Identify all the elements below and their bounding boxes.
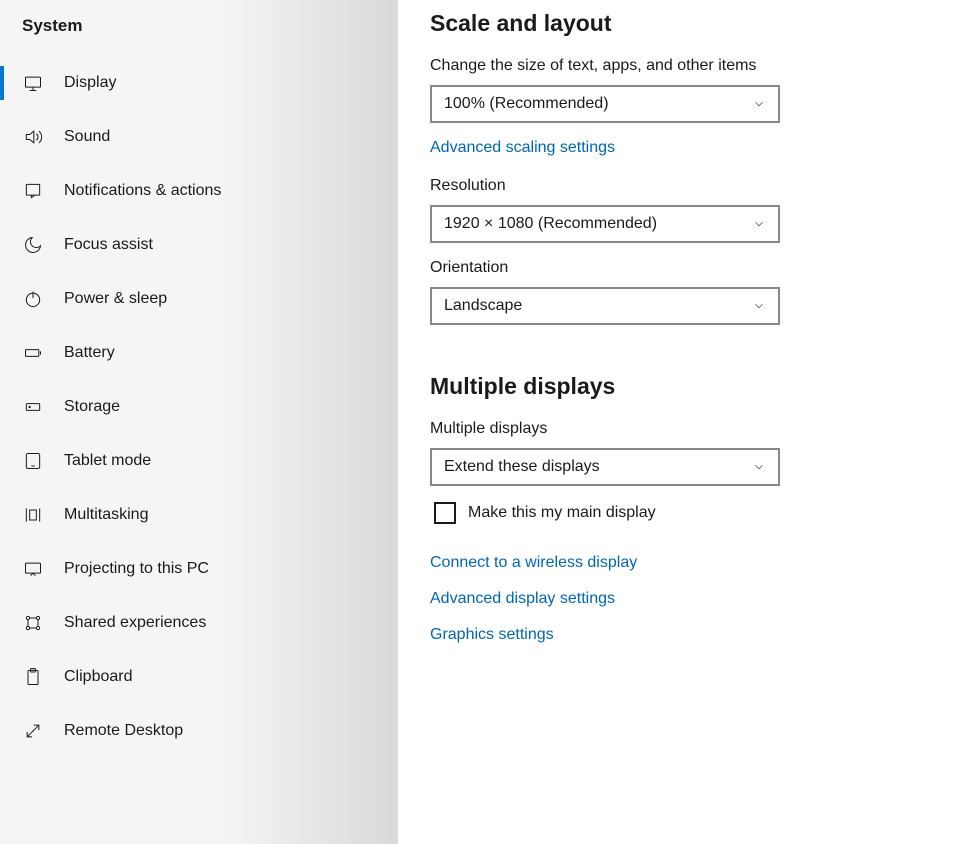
multiple-displays-label: Multiple displays (430, 420, 933, 438)
sidebar-item-label: Notifications & actions (64, 182, 221, 200)
chevron-down-icon (752, 217, 766, 231)
sidebar-item-storage[interactable]: Storage (0, 380, 398, 434)
sidebar-item-label: Tablet mode (64, 452, 151, 470)
sidebar-item-label: Shared experiences (64, 614, 206, 632)
advanced-display-link[interactable]: Advanced display settings (430, 590, 933, 608)
sidebar-item-sound[interactable]: Sound (0, 110, 398, 164)
sidebar-item-battery[interactable]: Battery (0, 326, 398, 380)
main-display-checkbox-label: Make this my main display (468, 504, 656, 522)
sidebar-item-label: Storage (64, 398, 120, 416)
orientation-label: Orientation (430, 259, 933, 277)
multitasking-icon (22, 504, 44, 526)
sound-icon (22, 126, 44, 148)
battery-icon (22, 342, 44, 364)
settings-content: Scale and layout Change the size of text… (398, 0, 953, 844)
sidebar-item-label: Remote Desktop (64, 722, 183, 740)
sidebar-item-label: Battery (64, 344, 115, 362)
sidebar-item-focus-assist[interactable]: Focus assist (0, 218, 398, 272)
sidebar-item-power-sleep[interactable]: Power & sleep (0, 272, 398, 326)
resolution-value: 1920 × 1080 (Recommended) (444, 215, 657, 233)
sidebar-item-label: Multitasking (64, 506, 148, 524)
graphics-settings-link[interactable]: Graphics settings (430, 626, 933, 644)
display-icon (22, 72, 44, 94)
resolution-dropdown[interactable]: 1920 × 1080 (Recommended) (430, 205, 780, 243)
sidebar-item-multitasking[interactable]: Multitasking (0, 488, 398, 542)
notifications-icon (22, 180, 44, 202)
projecting-icon (22, 558, 44, 580)
sidebar-item-label: Display (64, 74, 116, 92)
connect-wireless-link[interactable]: Connect to a wireless display (430, 554, 933, 572)
heading-scale-layout: Scale and layout (430, 10, 933, 37)
sidebar-item-shared-experiences[interactable]: Shared experiences (0, 596, 398, 650)
sidebar-item-clipboard[interactable]: Clipboard (0, 650, 398, 704)
resolution-label: Resolution (430, 177, 933, 195)
moon-icon (22, 234, 44, 256)
power-icon (22, 288, 44, 310)
advanced-scaling-link[interactable]: Advanced scaling settings (430, 139, 933, 157)
heading-multiple-displays: Multiple displays (430, 373, 933, 400)
remote-desktop-icon (22, 720, 44, 742)
sidebar-item-label: Power & sleep (64, 290, 167, 308)
sidebar-title: System (0, 10, 398, 56)
sidebar-item-label: Sound (64, 128, 110, 146)
sidebar-item-label: Focus assist (64, 236, 153, 254)
shared-icon (22, 612, 44, 634)
chevron-down-icon (752, 299, 766, 313)
storage-icon (22, 396, 44, 418)
sidebar-item-projecting[interactable]: Projecting to this PC (0, 542, 398, 596)
sidebar-item-label: Clipboard (64, 668, 132, 686)
multiple-displays-value: Extend these displays (444, 458, 600, 476)
text-size-label: Change the size of text, apps, and other… (430, 57, 933, 75)
tablet-icon (22, 450, 44, 472)
chevron-down-icon (752, 460, 766, 474)
sidebar-item-tablet-mode[interactable]: Tablet mode (0, 434, 398, 488)
text-size-dropdown[interactable]: 100% (Recommended) (430, 85, 780, 123)
orientation-value: Landscape (444, 297, 522, 315)
sidebar-item-notifications[interactable]: Notifications & actions (0, 164, 398, 218)
text-size-value: 100% (Recommended) (444, 95, 609, 113)
orientation-dropdown[interactable]: Landscape (430, 287, 780, 325)
clipboard-icon (22, 666, 44, 688)
chevron-down-icon (752, 97, 766, 111)
main-display-checkbox[interactable]: Make this my main display (434, 502, 933, 524)
multiple-displays-dropdown[interactable]: Extend these displays (430, 448, 780, 486)
sidebar: System Display Sound Notifications & act… (0, 0, 398, 844)
sidebar-item-display[interactable]: Display (0, 56, 398, 110)
checkbox-box (434, 502, 456, 524)
sidebar-item-label: Projecting to this PC (64, 560, 209, 578)
sidebar-item-remote-desktop[interactable]: Remote Desktop (0, 704, 398, 758)
